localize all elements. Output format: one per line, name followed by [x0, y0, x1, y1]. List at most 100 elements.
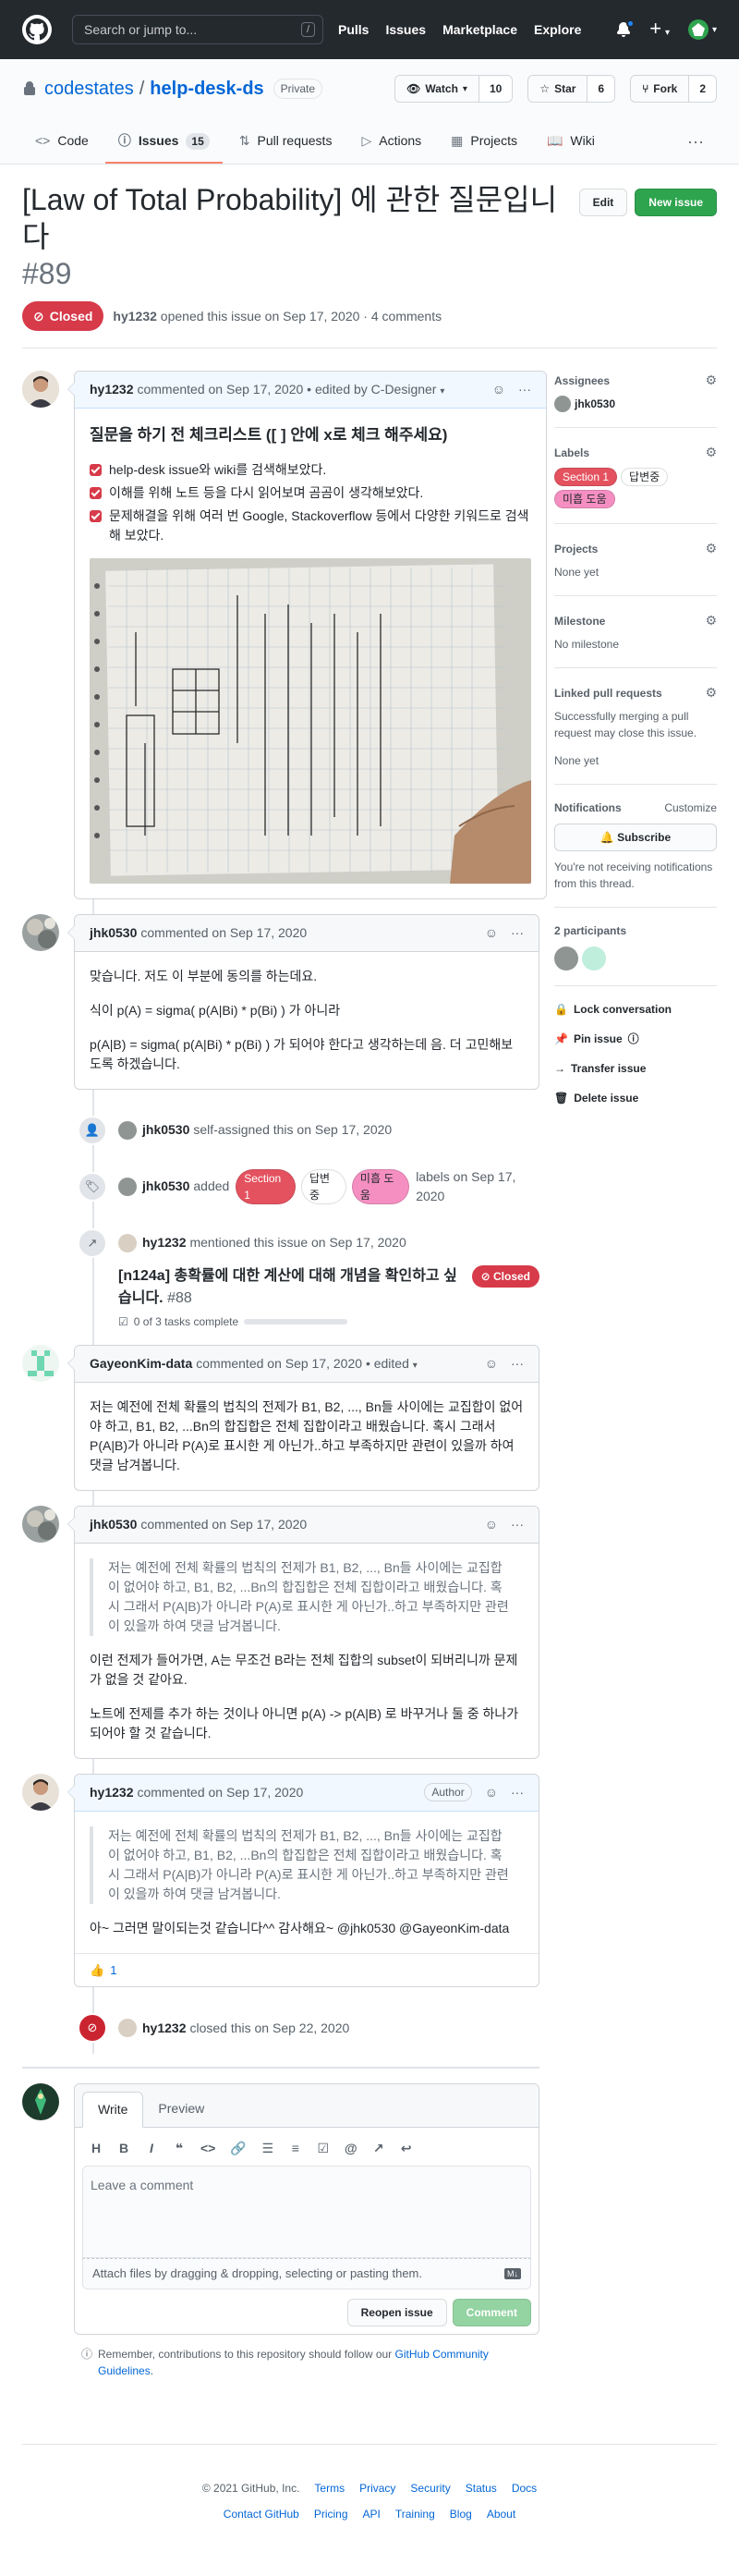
- saved-replies-icon[interactable]: ↩: [400, 2139, 413, 2158]
- avatar[interactable]: [22, 1344, 59, 1382]
- label-section-1[interactable]: Section 1: [236, 1168, 296, 1204]
- comment-author[interactable]: hy1232: [90, 1783, 133, 1802]
- bulleted-list-icon[interactable]: ☰: [261, 2139, 274, 2158]
- notifications-bell-icon[interactable]: [616, 19, 636, 37]
- gear-icon[interactable]: ⚙: [705, 683, 717, 702]
- comment-kebab-icon[interactable]: ···: [511, 1354, 524, 1373]
- gear-icon[interactable]: ⚙: [705, 371, 717, 390]
- participant-avatar[interactable]: [582, 946, 606, 971]
- issue-author[interactable]: hy1232: [113, 307, 156, 326]
- tab-projects[interactable]: ▦ Projects: [438, 124, 530, 164]
- subscribe-button[interactable]: 🔔 Subscribe: [554, 824, 717, 851]
- edited-history-dropdown[interactable]: • edited ▾: [366, 1354, 418, 1373]
- label-answering[interactable]: 답변중: [300, 1168, 346, 1204]
- add-reaction-smiley-icon[interactable]: ☺: [485, 1354, 498, 1373]
- add-reaction-smiley-icon[interactable]: ☺: [492, 380, 505, 399]
- footer-link-contact[interactable]: Contact GitHub: [224, 2506, 299, 2522]
- avatar[interactable]: [118, 2019, 137, 2037]
- delete-issue-link[interactable]: 🗑 Delete issue: [554, 1090, 717, 1106]
- footer-link-about[interactable]: About: [487, 2506, 515, 2522]
- tab-pull-requests[interactable]: ⇅ Pull requests: [226, 124, 345, 164]
- checkbox-checked[interactable]: [90, 509, 102, 522]
- label-insufficient-help[interactable]: 미흡 도움: [351, 1168, 410, 1204]
- footer-link-terms[interactable]: Terms: [314, 2480, 345, 2497]
- checkbox-checked[interactable]: [90, 486, 102, 499]
- avatar[interactable]: [22, 2083, 59, 2120]
- nav-marketplace[interactable]: Marketplace: [442, 20, 517, 40]
- new-issue-button[interactable]: New issue: [635, 189, 717, 216]
- event-actor[interactable]: hy1232: [142, 1233, 186, 1252]
- avatar[interactable]: [22, 913, 59, 951]
- participant-avatar[interactable]: [554, 946, 578, 971]
- comment-submit-button[interactable]: Comment: [452, 2298, 531, 2326]
- avatar[interactable]: [22, 1773, 59, 1811]
- gear-icon[interactable]: ⚙: [705, 611, 717, 630]
- footer-link-api[interactable]: API: [363, 2506, 381, 2522]
- star-count[interactable]: 6: [588, 76, 615, 102]
- comment-kebab-icon[interactable]: ···: [511, 1783, 524, 1802]
- cross-reference-icon[interactable]: ↗: [372, 2139, 385, 2158]
- checkbox-checked[interactable]: [90, 463, 102, 476]
- task-list-icon[interactable]: ☑: [317, 2139, 330, 2158]
- comment-author[interactable]: GayeonKim-data: [90, 1354, 192, 1373]
- watch-count[interactable]: 10: [479, 76, 513, 102]
- comment-kebab-icon[interactable]: ···: [518, 380, 531, 399]
- link-icon[interactable]: 🔗: [230, 2139, 246, 2158]
- comment-author[interactable]: jhk0530: [90, 1515, 137, 1534]
- comment-textarea[interactable]: Leave a comment: [82, 2166, 531, 2258]
- numbered-list-icon[interactable]: ≡: [289, 2139, 302, 2158]
- tab-issues[interactable]: ⓘ Issues 15: [104, 124, 223, 164]
- footer-link-pricing[interactable]: Pricing: [314, 2506, 348, 2522]
- footer-link-blog[interactable]: Blog: [450, 2506, 472, 2522]
- reaction-thumbs-up[interactable]: 👍 1: [75, 1952, 539, 1987]
- bold-icon[interactable]: B: [117, 2139, 130, 2158]
- add-reaction-smiley-icon[interactable]: ☺: [485, 1515, 498, 1534]
- nav-issues[interactable]: Issues: [385, 20, 426, 40]
- comment-kebab-icon[interactable]: ···: [511, 1515, 524, 1534]
- avatar[interactable]: [118, 1177, 137, 1196]
- edit-title-button[interactable]: Edit: [578, 189, 628, 216]
- code-icon[interactable]: <>: [200, 2139, 215, 2158]
- add-reaction-smiley-icon[interactable]: ☺: [485, 923, 498, 943]
- tab-wiki[interactable]: 📖 Wiki: [534, 124, 608, 164]
- quote-icon[interactable]: ❝: [173, 2139, 186, 2158]
- notebook-photo-image[interactable]: [90, 557, 531, 884]
- label-insufficient-help[interactable]: 미흡 도움: [554, 490, 615, 508]
- attach-files-area[interactable]: Attach files by dragging & dropping, sel…: [82, 2258, 531, 2289]
- comment-author[interactable]: hy1232: [90, 380, 133, 399]
- comment-author[interactable]: jhk0530: [90, 923, 137, 943]
- more-tabs-kebab-icon[interactable]: ···: [674, 124, 717, 164]
- avatar[interactable]: [22, 371, 59, 408]
- tab-actions[interactable]: ▷ Actions: [348, 124, 434, 164]
- tab-code[interactable]: <> Code: [22, 124, 102, 164]
- avatar[interactable]: [22, 1505, 59, 1543]
- comment-kebab-icon[interactable]: ···: [511, 923, 524, 943]
- create-new-plus-icon[interactable]: + ▾: [649, 18, 670, 41]
- transfer-issue-link[interactable]: → Transfer issue: [554, 1060, 717, 1077]
- gear-icon[interactable]: ⚙: [705, 443, 717, 462]
- event-actor[interactable]: jhk0530: [142, 1177, 189, 1196]
- edited-history-dropdown[interactable]: • edited by C-Designer ▾: [307, 380, 444, 399]
- pin-issue-link[interactable]: 📌 Pin issue ⓘ: [554, 1031, 717, 1047]
- footer-link-training[interactable]: Training: [395, 2506, 435, 2522]
- event-actor[interactable]: hy1232: [142, 2019, 186, 2038]
- heading-icon[interactable]: H: [90, 2139, 103, 2158]
- lock-conversation-link[interactable]: 🔒 Lock conversation: [554, 1001, 717, 1018]
- star-button[interactable]: ☆ Star: [528, 76, 588, 102]
- assignee-name[interactable]: jhk0530: [575, 396, 615, 412]
- footer-link-status[interactable]: Status: [466, 2480, 497, 2497]
- global-search-input[interactable]: Search or jump to... /: [72, 15, 323, 44]
- repo-owner-link[interactable]: codestates: [44, 75, 134, 103]
- label-answering[interactable]: 답변중: [621, 468, 669, 486]
- watch-button[interactable]: 👁 Watch ▾: [395, 76, 479, 102]
- footer-link-docs[interactable]: Docs: [512, 2480, 537, 2497]
- customize-notifications-link[interactable]: Customize: [664, 800, 717, 816]
- github-logo-icon[interactable]: [22, 15, 52, 44]
- gear-icon[interactable]: ⚙: [705, 539, 717, 558]
- footer-link-security[interactable]: Security: [410, 2480, 450, 2497]
- reopen-issue-button[interactable]: Reopen issue: [346, 2298, 447, 2326]
- add-reaction-smiley-icon[interactable]: ☺: [485, 1783, 498, 1802]
- avatar[interactable]: [554, 396, 571, 412]
- footer-link-privacy[interactable]: Privacy: [359, 2480, 395, 2497]
- fork-count[interactable]: 2: [689, 76, 716, 102]
